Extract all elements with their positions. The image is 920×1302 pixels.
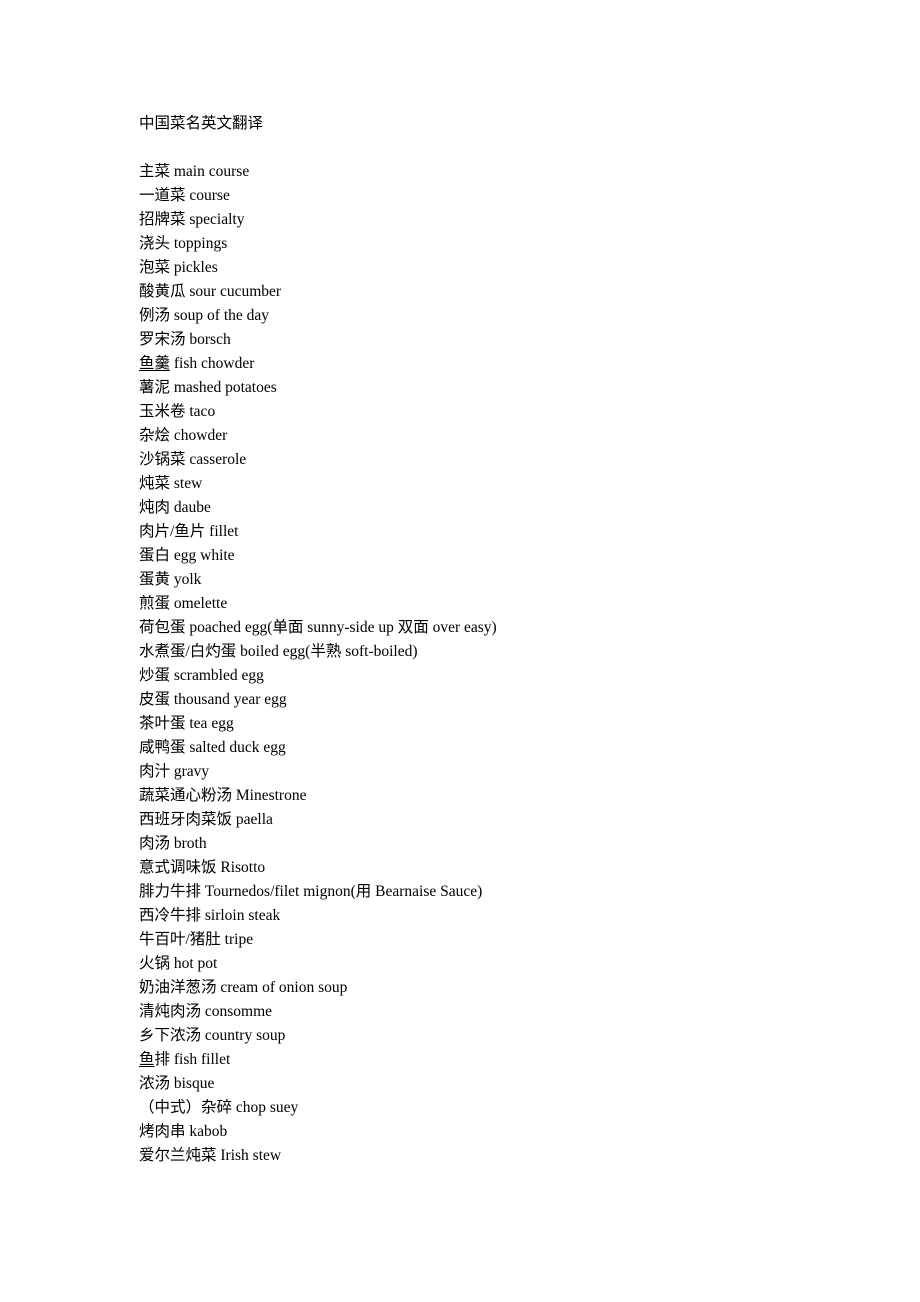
list-item: 主菜 main course [139,163,250,180]
list-item: 薯泥 mashed potatoes [139,379,277,396]
list-item: 酸黄瓜 sour cucumber [139,283,282,300]
list-item: 意式调味饭 Risotto [139,859,266,876]
list-item: 清炖肉汤 consomme [139,1003,273,1020]
list-item: 牛百叶/猪肚 tripe [139,931,254,948]
list-item: 西冷牛排 sirloin steak [139,907,281,924]
list-item: 煎蛋 omelette [139,595,228,612]
list-item: 乡下浓汤 country soup [139,1027,286,1044]
list-item: 烤肉串 kabob [139,1123,228,1140]
translation-entry-list: 主菜 main course 一道菜 course 招牌菜 specialty 浇头 … [139,160,839,1168]
list-item: 炖肉 daube [139,499,211,516]
entry-text-remainder: fish chowder [170,355,255,372]
list-item: 蛋黄 yolk [139,571,202,588]
list-item: 荷包蛋 poached egg(单面 sunny-side up 双面 over… [139,619,497,636]
list-item: 一道菜 course [139,187,230,204]
list-item: 招牌菜 specialty [139,211,245,228]
list-item: 水煮蛋/白灼蛋 boiled egg(半熟 soft-boiled) [139,643,418,660]
list-item: 例汤 soup of the day [139,307,270,324]
list-item: 玉米卷 taco [139,403,216,420]
list-item: 鱼排 fish fillet [139,1048,839,1072]
list-item: 泡菜 pickles [139,259,218,276]
page-title: 中国菜名英文翻译 [139,115,264,132]
list-item: 肉汤 broth [139,835,207,852]
list-item: 火锅 hot pot [139,955,218,972]
blank-line-separator [139,136,839,160]
list-item: 腓力牛排 Tournedos/filet mignon(用 Bearnaise … [139,883,483,900]
list-item: 杂烩 chowder [139,427,228,444]
list-item: 咸鸭蛋 salted duck egg [139,739,286,756]
document-text-body: 中国菜名英文翻译 主菜 main course 一道菜 course 招牌菜 spe… [139,112,839,1168]
list-item: 浓汤 bisque [139,1075,215,1092]
list-item: 炖菜 stew [139,475,203,492]
list-item: 蛋白 egg white [139,547,235,564]
list-item: 茶叶蛋 tea egg [139,715,234,732]
list-item: 爱尔兰炖菜 Irish stew [139,1147,282,1164]
list-item: 皮蛋 thousand year egg [139,691,287,708]
list-item: 肉汁 gravy [139,763,210,780]
entry-text-remainder: 排 fish fillet [154,1051,231,1068]
document-page: 中国菜名英文翻译 主菜 main course 一道菜 course 招牌菜 spe… [0,0,920,1302]
list-item: 鱼羹 fish chowder [139,352,839,376]
list-item: 蔬菜通心粉汤 Minestrone [139,787,307,804]
spellcheck-underline-text: 鱼羹 [139,355,171,372]
list-item: 浇头 toppings [139,235,228,252]
list-item: （中式）杂碎 chop suey [139,1099,299,1116]
spellcheck-underline-text: 鱼 [139,1051,155,1068]
list-item: 奶油洋葱汤 cream of onion soup [139,979,348,996]
list-item: 肉片/鱼片 fillet [139,523,239,540]
list-item: 炒蛋 scrambled egg [139,667,264,684]
list-item: 沙锅菜 casserole [139,451,247,468]
list-item: 罗宋汤 borsch [139,331,231,348]
list-item: 西班牙肉菜饭 paella [139,811,273,828]
